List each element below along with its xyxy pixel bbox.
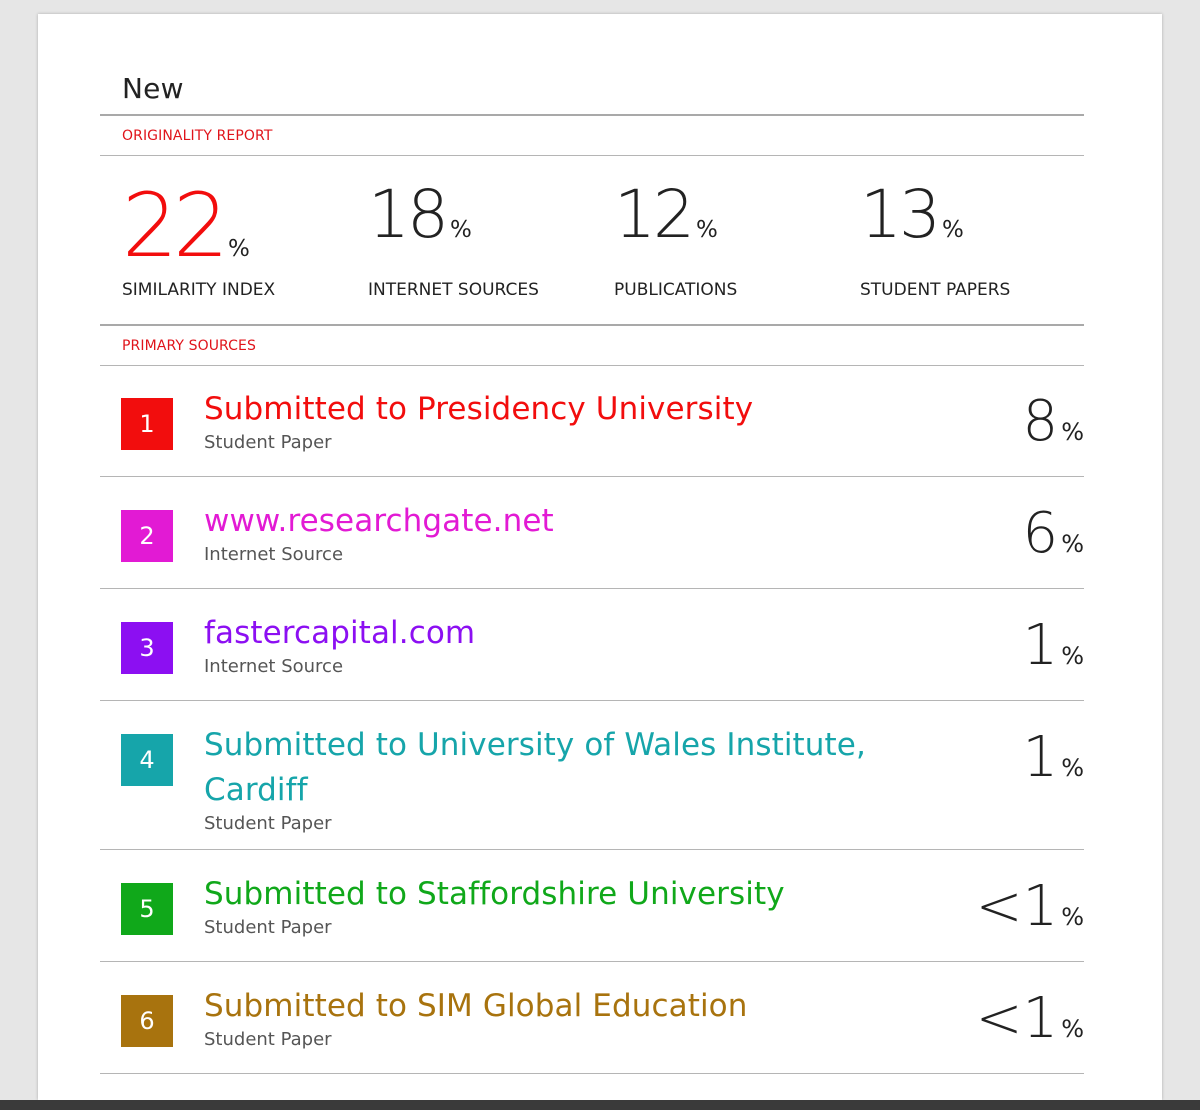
document-viewer: New ORIGINALITY REPORT 22 % SIMILARITY I… <box>0 0 1200 1110</box>
source-percent: 6 % <box>1023 506 1084 562</box>
stats-divider <box>100 324 1084 326</box>
source-type: Student Paper <box>204 917 332 938</box>
source-link[interactable]: www.researchgate.net <box>204 499 924 544</box>
similarity-index-unit: % <box>227 236 250 262</box>
row-divider <box>100 1073 1084 1074</box>
source-rank-badge: 4 <box>121 734 173 786</box>
source-percent-value: 6 <box>1022 501 1059 566</box>
source-percent-value: <1 <box>975 986 1059 1051</box>
source-rank-badge: 2 <box>121 510 173 562</box>
internet-sources-unit: % <box>449 217 472 243</box>
source-percent-value: 1 <box>1022 725 1059 790</box>
originality-report-label: ORIGINALITY REPORT <box>122 128 273 144</box>
source-rank-badge: 3 <box>121 622 173 674</box>
row-divider <box>100 476 1084 477</box>
student-papers-value: 13 <box>860 176 941 253</box>
source-row: 1 Submitted to Presidency University Stu… <box>100 366 1084 476</box>
source-percent: 1 % <box>1023 730 1084 786</box>
source-type: Internet Source <box>204 656 344 677</box>
source-percent-unit: % <box>1061 903 1084 931</box>
source-row: 3 fastercapital.com Internet Source 1 % <box>100 590 1084 700</box>
source-percent-unit: % <box>1061 1015 1084 1043</box>
source-link[interactable]: fastercapital.com <box>204 611 924 656</box>
source-link[interactable]: Submitted to SIM Global Education <box>204 984 924 1029</box>
source-row: 2 www.researchgate.net Internet Source 6… <box>100 478 1084 588</box>
internet-sources-stat: 18 % INTERNET SOURCES <box>368 176 539 301</box>
source-percent-unit: % <box>1061 754 1084 782</box>
publications-stat: 12 % PUBLICATIONS <box>614 176 738 301</box>
title-divider <box>100 114 1084 116</box>
report-page: New ORIGINALITY REPORT 22 % SIMILARITY I… <box>38 14 1162 1100</box>
originality-divider <box>100 155 1084 156</box>
source-percent-value: 8 <box>1022 389 1059 454</box>
source-percent-unit: % <box>1061 530 1084 558</box>
internet-sources-label: INTERNET SOURCES <box>368 280 539 300</box>
similarity-index-value: 22 <box>122 174 229 277</box>
source-link[interactable]: Submitted to Staffordshire University <box>204 872 924 917</box>
source-type: Student Paper <box>204 1029 332 1050</box>
source-percent-value: <1 <box>975 874 1059 939</box>
source-percent: 8 % <box>1023 394 1084 450</box>
source-rank-badge: 1 <box>121 398 173 450</box>
publications-unit: % <box>695 217 718 243</box>
document-title: New <box>122 72 184 105</box>
source-link[interactable]: Submitted to University of Wales Institu… <box>204 723 894 813</box>
source-percent: <1 % <box>976 991 1084 1047</box>
source-type: Internet Source <box>204 544 344 565</box>
source-rank-badge: 6 <box>121 995 173 1047</box>
primary-sources-label: PRIMARY SOURCES <box>122 338 256 354</box>
row-divider <box>100 961 1084 962</box>
source-type: Student Paper <box>204 813 332 834</box>
similarity-index-label: SIMILARITY INDEX <box>122 280 276 300</box>
source-row: 6 Submitted to SIM Global Education Stud… <box>100 963 1084 1073</box>
row-divider <box>100 588 1084 589</box>
similarity-index-stat: 22 % SIMILARITY INDEX <box>122 174 276 301</box>
source-row: 4 Submitted to University of Wales Insti… <box>100 702 1084 848</box>
student-papers-stat: 13 % STUDENT PAPERS <box>860 176 1011 301</box>
publications-label: PUBLICATIONS <box>614 280 738 300</box>
source-percent-unit: % <box>1061 642 1084 670</box>
student-papers-label: STUDENT PAPERS <box>860 280 1011 300</box>
internet-sources-value: 18 <box>368 176 449 253</box>
bottom-toolbar <box>0 1100 1200 1110</box>
source-row: 5 Submitted to Staffordshire University … <box>100 851 1084 961</box>
source-link[interactable]: Submitted to Presidency University <box>204 387 924 432</box>
source-percent: <1 % <box>976 879 1084 935</box>
student-papers-unit: % <box>941 217 964 243</box>
source-percent-value: 1 <box>1022 613 1059 678</box>
source-rank-badge: 5 <box>121 883 173 935</box>
row-divider <box>100 849 1084 850</box>
source-percent-unit: % <box>1061 418 1084 446</box>
source-type: Student Paper <box>204 432 332 453</box>
source-percent: 1 % <box>1023 618 1084 674</box>
publications-value: 12 <box>614 176 695 253</box>
row-divider <box>100 700 1084 701</box>
